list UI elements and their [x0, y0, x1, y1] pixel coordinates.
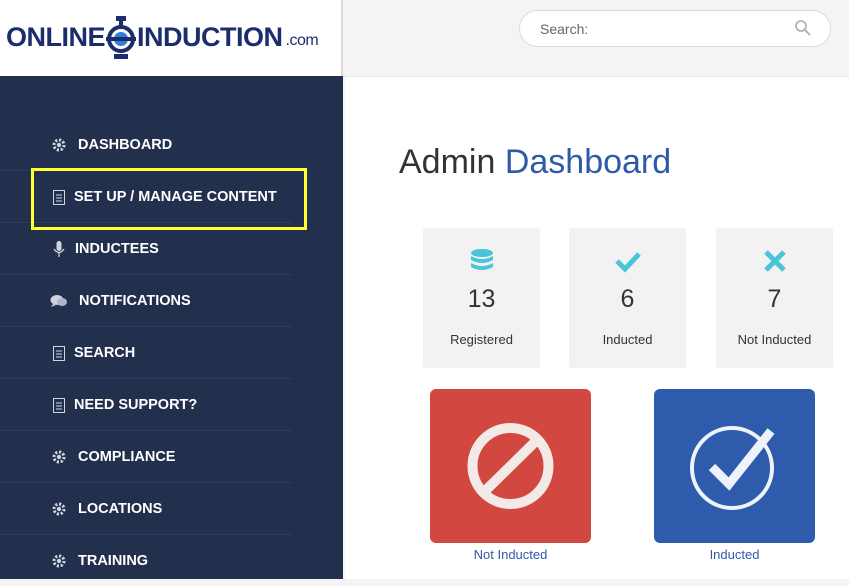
stat-card-not-inducted[interactable]: 7 Not Inducted [716, 228, 833, 368]
sidebar-item-compliance[interactable]: COMPLIANCE [0, 431, 292, 483]
stat-label: Registered [450, 332, 513, 347]
stat-value: 7 [767, 285, 782, 313]
logo-text-left: ONLINE [6, 21, 106, 52]
logo-area: ONLINE INDUCTION .com [0, 0, 343, 76]
gear-icon [50, 552, 68, 570]
database-icon [471, 249, 493, 270]
search-icon[interactable] [794, 19, 812, 37]
stopwatch-logo-icon [106, 16, 137, 59]
highlight-box [31, 168, 307, 230]
sidebar-item-label: COMPLIANCE [78, 448, 176, 465]
sidebar-item-training[interactable]: TRAINING [0, 535, 292, 586]
sidebar-item-label: DASHBOARD [78, 136, 173, 153]
sidebar-item-dashboard[interactable]: DASHBOARD [0, 119, 292, 171]
logo-text-right: INDUCTION [137, 21, 283, 52]
sidebar-item-label: INDUCTEES [75, 240, 159, 257]
sidebar-item-label: TRAINING [78, 552, 149, 569]
stat-card-inducted[interactable]: 6 Inducted [569, 228, 686, 368]
check-circle-icon [690, 426, 775, 510]
page-title: Admin Dashboard [399, 143, 671, 182]
check-icon [615, 252, 641, 273]
inducted-caption[interactable]: Inducted [654, 547, 815, 562]
stat-value: 13 [467, 285, 496, 313]
document-icon [50, 396, 68, 414]
stat-card-registered[interactable]: 13 Registered [423, 228, 540, 368]
stat-value: 6 [620, 285, 635, 313]
search-box[interactable] [519, 10, 831, 47]
x-icon [764, 250, 786, 272]
microphone-icon [50, 240, 68, 258]
sidebar-item-notifications[interactable]: NOTIFICATIONS [0, 275, 292, 327]
sidebar-item-need-support[interactable]: NEED SUPPORT? [0, 379, 292, 431]
not-inducted-button[interactable] [430, 389, 591, 543]
chat-icon [50, 292, 68, 310]
not-inducted-caption[interactable]: Not Inducted [430, 547, 591, 562]
sidebar-item-locations[interactable]: LOCATIONS [0, 483, 292, 535]
logo-text-suffix: .com [285, 32, 319, 49]
sidebar-item-inductees[interactable]: INDUCTEES [0, 223, 292, 275]
sidebar-item-label: LOCATIONS [78, 500, 163, 517]
main-content: Admin Dashboard 13 Registered 6 Inducted… [345, 77, 849, 579]
sidebar-item-label: NOTIFICATIONS [79, 292, 191, 309]
top-bar [343, 0, 849, 77]
gear-icon [50, 500, 68, 518]
page-title-accent: Dashboard [504, 143, 672, 181]
search-input[interactable] [540, 20, 780, 38]
logo[interactable]: ONLINE INDUCTION .com [6, 12, 319, 62]
inducted-button[interactable] [654, 389, 815, 543]
sidebar-item-label: NEED SUPPORT? [74, 396, 198, 413]
stat-label: Inducted [602, 332, 653, 347]
page-title-plain: Admin [399, 143, 496, 181]
gear-icon [50, 136, 68, 154]
sidebar-item-search[interactable]: SEARCH [0, 327, 292, 379]
document-icon [50, 344, 68, 362]
gear-icon [50, 448, 68, 466]
prohibited-icon [467, 423, 554, 509]
sidebar-item-label: SEARCH [74, 344, 136, 361]
stat-label: Not Inducted [737, 332, 812, 347]
